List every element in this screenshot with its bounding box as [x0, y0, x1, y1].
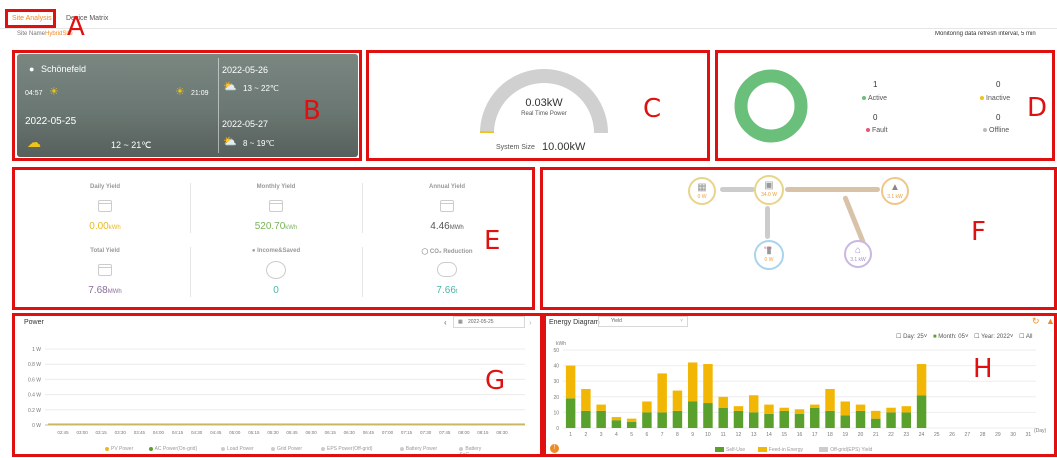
- tab-bar-divider: [0, 28, 1057, 29]
- annotation-label-c: C: [643, 96, 661, 122]
- annotation-label-f: F: [971, 219, 986, 245]
- annotation-box-h: [543, 313, 1057, 457]
- annotation-box-g: [12, 313, 543, 457]
- site-name-label: Site Name:: [17, 31, 47, 37]
- annotation-box-e: [12, 167, 535, 310]
- annotation-label-e: E: [484, 228, 500, 254]
- annotation-box-d: [715, 50, 1055, 161]
- refresh-note: Monitoring data refresh interval, 5 min: [935, 31, 1057, 37]
- annotation-label-d: D: [1027, 95, 1047, 121]
- annotation-label-a: A: [67, 14, 85, 40]
- annotation-box-a: [5, 9, 56, 28]
- annotation-label-b: B: [303, 98, 321, 124]
- annotation-label-h: H: [973, 356, 993, 382]
- annotation-label-g: G: [485, 368, 505, 394]
